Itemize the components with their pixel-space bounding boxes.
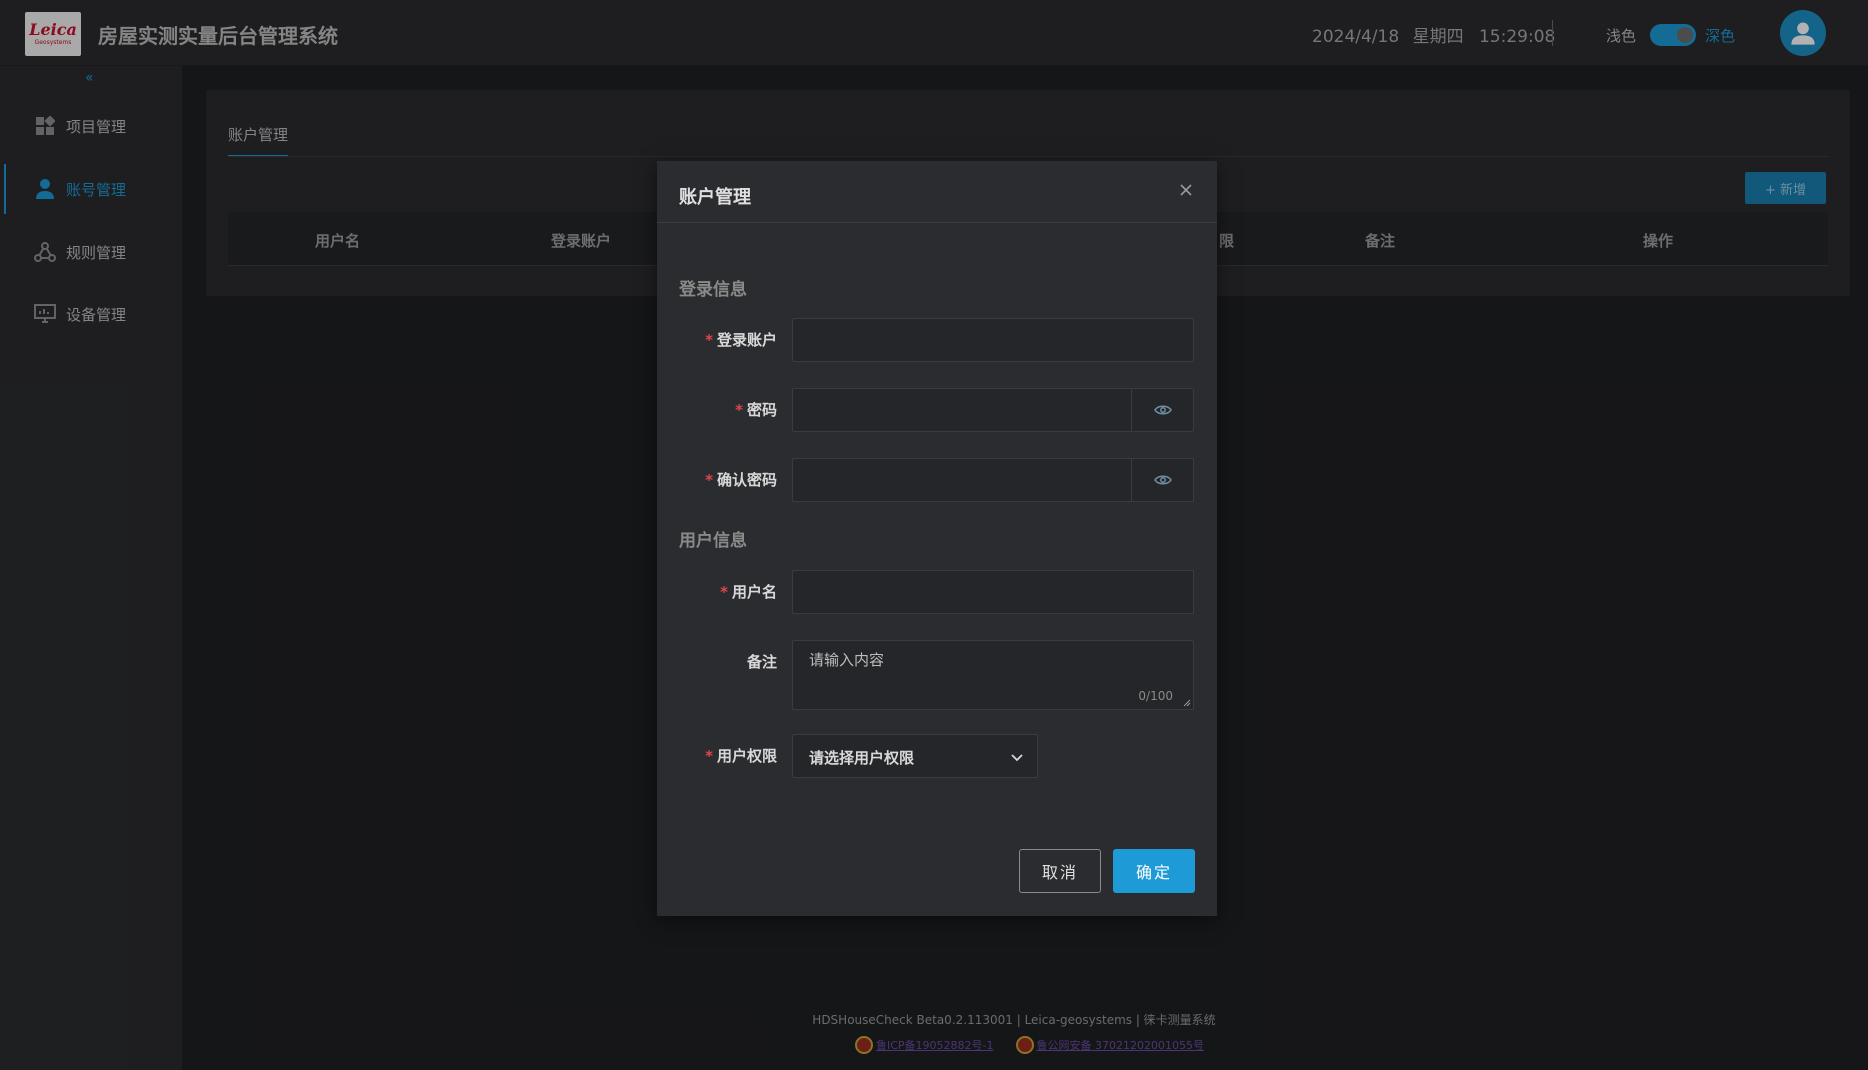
account-label-text: 登录账户 <box>716 331 777 349</box>
chevron-down-icon <box>1011 754 1023 762</box>
dialog-title: 账户管理 <box>679 187 751 208</box>
permission-select[interactable]: 请选择用户权限 <box>792 734 1038 778</box>
dialog-header: 账户管理 <box>657 161 1217 223</box>
confirm-password-label-text: 确认密码 <box>716 471 777 489</box>
confirm-password-label: * 确认密码 <box>657 469 777 490</box>
required-mark: * <box>705 471 713 489</box>
required-mark: * <box>735 401 743 419</box>
resize-grip-icon[interactable] <box>1183 699 1191 707</box>
password-label: * 密码 <box>657 399 777 420</box>
permission-label-text: 用户权限 <box>716 747 777 765</box>
account-label: * 登录账户 <box>657 329 777 350</box>
login-info-section: 登录信息 <box>679 280 747 300</box>
required-mark: * <box>705 747 713 765</box>
permission-label: * 用户权限 <box>657 745 777 766</box>
toggle-confirm-visibility-button[interactable] <box>1131 459 1193 501</box>
password-input[interactable] <box>792 388 1194 432</box>
user-info-section: 用户信息 <box>679 531 747 551</box>
permission-select-value: 请选择用户权限 <box>809 749 915 767</box>
remark-placeholder: 请输入内容 <box>809 651 885 669</box>
password-label-text: 密码 <box>746 401 777 419</box>
close-button[interactable] <box>1177 181 1195 199</box>
close-icon <box>1180 184 1192 196</box>
username-input[interactable] <box>792 570 1194 614</box>
required-mark: * <box>705 331 713 349</box>
eye-icon <box>1153 475 1172 485</box>
cancel-button[interactable]: 取消 <box>1019 849 1101 893</box>
confirm-button[interactable]: 确定 <box>1113 849 1195 893</box>
remark-textarea[interactable]: 请输入内容 0/100 <box>792 640 1194 710</box>
required-mark: * <box>720 583 728 601</box>
account-input[interactable] <box>792 318 1194 362</box>
remark-char-count: 0/100 <box>1138 689 1173 703</box>
remark-label: 备注 <box>746 653 777 671</box>
eye-icon <box>1153 405 1172 415</box>
account-dialog: 账户管理 登录信息 * 登录账户 * 密码 * 确认密码 用户信息 * 用户名 备注 请… <box>657 161 1217 916</box>
toggle-password-visibility-button[interactable] <box>1131 389 1193 431</box>
username-label-text: 用户名 <box>731 583 777 601</box>
username-label: * 用户名 <box>657 581 777 602</box>
confirm-password-input[interactable] <box>792 458 1194 502</box>
